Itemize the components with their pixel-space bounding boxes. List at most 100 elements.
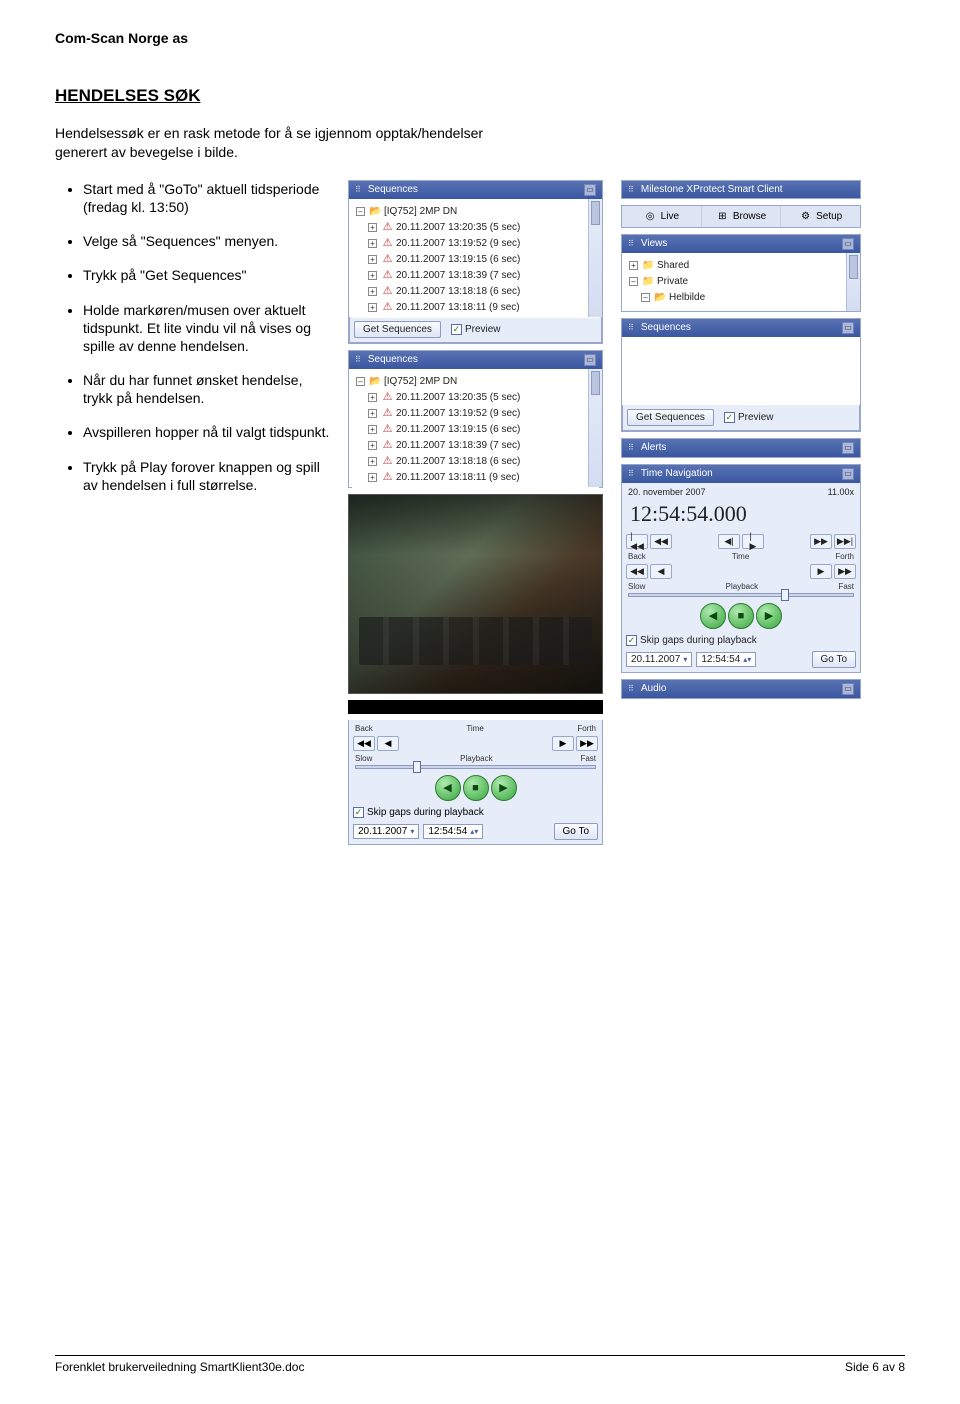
event-row[interactable]: 20.11.2007 13:20:35 (5 sec) [396, 220, 520, 236]
stop-button[interactable]: ■ [463, 775, 489, 801]
spinner-icon[interactable]: ▴▾ [470, 827, 478, 836]
folder-icon [642, 259, 655, 272]
preview-checkbox[interactable]: ✓ [724, 412, 735, 423]
playback-label: Playback [460, 754, 492, 763]
warning-icon [381, 269, 394, 282]
skip-gaps-checkbox[interactable]: ✓ [353, 807, 364, 818]
expand-icon[interactable]: + [368, 393, 377, 402]
get-sequences-button[interactable]: Get Sequences [354, 321, 441, 338]
forward-button[interactable]: ▶ [552, 736, 574, 751]
list-item: Start med å "GoTo" aktuell tidsperiode (… [83, 180, 330, 216]
get-sequences-button[interactable]: Get Sequences [627, 409, 714, 426]
step-forward-button[interactable]: ▶▶ [810, 534, 832, 549]
expand-icon[interactable]: + [368, 223, 377, 232]
step-forward-button[interactable]: ▶▶ [576, 736, 598, 751]
dropdown-icon[interactable]: ▾ [410, 827, 414, 836]
back-button[interactable]: ◀ [377, 736, 399, 751]
panel-collapse-icon[interactable]: ▭ [842, 238, 854, 250]
event-row[interactable]: 20.11.2007 13:19:15 (6 sec) [396, 422, 520, 438]
expand-icon[interactable]: + [629, 261, 638, 270]
expand-icon[interactable]: + [368, 473, 377, 482]
skip-gaps-label: Skip gaps during playback [367, 807, 484, 818]
folder-open-icon [369, 205, 382, 218]
stop-button[interactable]: ■ [728, 603, 754, 629]
frame-back-button[interactable]: ◀| [718, 534, 740, 549]
tab-setup[interactable]: Setup [780, 206, 860, 227]
fwd-1-button[interactable]: ▶ [810, 564, 832, 579]
expand-icon[interactable]: + [368, 441, 377, 450]
time-input[interactable]: 12:54:54▴▾ [696, 652, 756, 667]
panel-collapse-icon[interactable]: ▭ [842, 683, 854, 695]
tree-node-private[interactable]: Private [657, 274, 688, 290]
event-row[interactable]: 20.11.2007 13:18:18 (6 sec) [396, 284, 520, 300]
preview-checkbox[interactable]: ✓ [451, 324, 462, 335]
spinner-icon[interactable]: ▴▾ [743, 655, 751, 664]
scrollbar-thumb[interactable] [849, 255, 858, 279]
skip-end-button[interactable]: ▶▶| [834, 534, 856, 549]
panel-title: Sequences [368, 184, 418, 195]
expand-icon[interactable]: + [368, 303, 377, 312]
play-reverse-button[interactable]: ◀ [435, 775, 461, 801]
skip-gaps-checkbox[interactable]: ✓ [626, 635, 637, 646]
expand-icon[interactable]: – [356, 377, 365, 386]
frame-fwd-button[interactable]: |▶ [742, 534, 764, 549]
expand-icon[interactable]: + [368, 239, 377, 248]
event-row[interactable]: 20.11.2007 13:18:18 (6 sec) [396, 454, 520, 470]
camera-node[interactable]: [IQ752] 2MP DN [384, 374, 457, 390]
goto-button[interactable]: Go To [812, 651, 857, 668]
expand-icon[interactable]: + [368, 255, 377, 264]
expand-icon[interactable]: – [629, 277, 638, 286]
fwd-button[interactable]: ▶▶ [834, 564, 856, 579]
date-input[interactable]: 20.11.2007▾ [626, 652, 692, 667]
goto-button[interactable]: Go To [554, 823, 599, 840]
panel-collapse-icon[interactable]: ▭ [842, 322, 854, 334]
event-row[interactable]: 20.11.2007 13:19:52 (9 sec) [396, 236, 520, 252]
scrollbar-thumb[interactable] [591, 371, 600, 395]
expand-icon[interactable]: + [368, 457, 377, 466]
play-reverse-button[interactable]: ◀ [700, 603, 726, 629]
back-button[interactable]: ◀◀ [626, 564, 648, 579]
expand-icon[interactable]: + [368, 287, 377, 296]
warning-icon [381, 301, 394, 314]
skip-start-button[interactable]: |◀◀ [626, 534, 648, 549]
skip-gaps-label: Skip gaps during playback [640, 635, 757, 646]
play-forward-button[interactable]: ▶ [491, 775, 517, 801]
playback-panel: Back Time Forth ◀◀ ◀ ▶ ▶▶ Slow Playback … [348, 720, 603, 845]
expand-icon[interactable]: – [356, 207, 365, 216]
panel-collapse-icon[interactable]: ▭ [842, 468, 854, 480]
panel-title: Sequences [641, 322, 691, 333]
panel-collapse-icon[interactable]: ▭ [584, 354, 596, 366]
time-input[interactable]: 12:54:54▴▾ [423, 824, 483, 839]
panel-collapse-icon[interactable]: ▭ [842, 442, 854, 454]
warning-icon [381, 423, 394, 436]
event-row[interactable]: 20.11.2007 13:19:52 (9 sec) [396, 406, 520, 422]
event-row[interactable]: 20.11.2007 13:18:11 (9 sec) [396, 300, 520, 316]
list-item: Holde markøren/musen over aktuelt tidspu… [83, 301, 330, 356]
expand-icon[interactable]: + [368, 409, 377, 418]
step-back-button[interactable]: ◀◀ [353, 736, 375, 751]
panel-collapse-icon[interactable]: ▭ [584, 184, 596, 196]
back-1-button[interactable]: ◀ [650, 564, 672, 579]
event-row[interactable]: 20.11.2007 13:18:39 (7 sec) [396, 268, 520, 284]
event-row[interactable]: 20.11.2007 13:18:39 (7 sec) [396, 438, 520, 454]
step-back-button[interactable]: ◀◀ [650, 534, 672, 549]
camera-node[interactable]: [IQ752] 2MP DN [384, 204, 457, 220]
tree-node-shared[interactable]: Shared [657, 258, 689, 274]
speed-slider[interactable] [355, 765, 596, 769]
play-forward-button[interactable]: ▶ [756, 603, 782, 629]
expand-icon[interactable]: – [641, 293, 650, 302]
event-row[interactable]: 20.11.2007 13:18:11 (9 sec) [396, 470, 520, 486]
tab-live[interactable]: Live [622, 206, 701, 227]
tree-node-helbilde[interactable]: Helbilde [669, 290, 705, 306]
timeline-bar[interactable] [348, 700, 603, 714]
expand-icon[interactable]: + [368, 425, 377, 434]
event-row[interactable]: 20.11.2007 13:20:35 (5 sec) [396, 390, 520, 406]
event-row[interactable]: 20.11.2007 13:19:15 (6 sec) [396, 252, 520, 268]
list-item: Trykk på "Get Sequences" [83, 266, 330, 284]
date-input[interactable]: 20.11.2007▾ [353, 824, 419, 839]
scrollbar-thumb[interactable] [591, 201, 600, 225]
expand-icon[interactable]: + [368, 271, 377, 280]
dropdown-icon[interactable]: ▾ [683, 655, 687, 664]
speed-slider[interactable] [628, 593, 854, 597]
tab-browse[interactable]: Browse [701, 206, 781, 227]
